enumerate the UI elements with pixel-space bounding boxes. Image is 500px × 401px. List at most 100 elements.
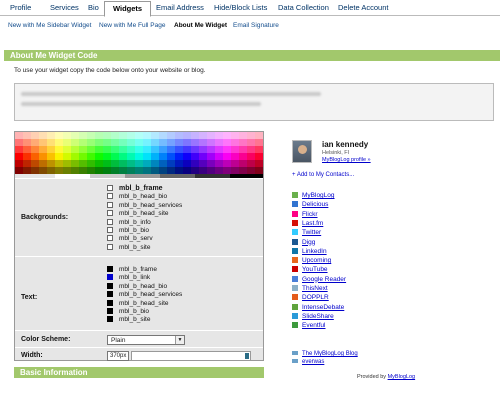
profile-link[interactable]: MyBlogLog profile » (322, 157, 371, 163)
text-color-option[interactable]: mbl_b_frame (107, 266, 182, 274)
youtube-icon (292, 266, 298, 273)
service-link[interactable]: Upcoming (292, 256, 331, 265)
service-link[interactable]: ThisNext (292, 284, 328, 293)
color-swatch[interactable] (107, 316, 113, 323)
width-row: Width: 370px (15, 347, 263, 362)
text-colors-row: Text: mbl_b_frame mbl_b_link mbl_b_head_bi… (15, 256, 263, 326)
color-scheme-select[interactable]: Plain ▼ (107, 335, 185, 345)
color-swatch[interactable] (107, 299, 113, 306)
tab-email-address[interactable]: Email Address (148, 1, 212, 16)
intensedebate-icon (292, 303, 298, 310)
color-customizer: Backgrounds: mbl_b_frame mbl_b_head_bio … (14, 131, 264, 361)
color-swatch[interactable] (107, 307, 113, 314)
linkedin-icon (292, 247, 298, 254)
tab-widgets[interactable]: Widgets (104, 1, 152, 17)
eventful-icon (292, 322, 298, 329)
checkbox[interactable] (107, 235, 113, 242)
tab-data-collection[interactable]: Data Collection (270, 1, 337, 16)
checkbox[interactable] (107, 193, 113, 200)
color-scheme-row: Color Scheme: Plain ▼ (15, 330, 263, 347)
text-color-option[interactable]: mbl_b_site (107, 316, 182, 324)
service-link[interactable]: YouTube (292, 265, 328, 274)
text-label: Text: (21, 294, 38, 301)
tab-bio[interactable]: Bio (80, 1, 107, 16)
rss-icon (292, 359, 298, 363)
everwas-link[interactable]: everwas (292, 359, 324, 365)
subnav-full-page[interactable]: New with Me Full Page (99, 22, 165, 29)
checkbox[interactable] (107, 185, 113, 191)
intro-text: To use your widget copy the code below o… (14, 67, 206, 74)
tab-profile[interactable]: Profile (2, 1, 39, 16)
widget-code-textarea[interactable] (14, 83, 494, 121)
google-reader-icon (292, 275, 298, 282)
settings-tabs: Profile Services Bio Widgets Email Addre… (0, 0, 500, 17)
bg-option[interactable]: mbl_b_head_bio (107, 193, 182, 201)
user-name: ian kennedy (322, 140, 369, 149)
bg-option[interactable]: mbl_b_bio (107, 226, 182, 235)
bg-option[interactable]: mbl_b_frame (107, 185, 182, 193)
digg-icon (292, 238, 298, 245)
basic-info-header: Basic Information (14, 367, 264, 378)
checkbox[interactable] (107, 210, 113, 217)
text-options: mbl_b_frame mbl_b_link mbl_b_head_bio mbl_b… (107, 266, 182, 325)
bg-option[interactable]: mbl_b_info (107, 218, 182, 227)
service-link[interactable]: Twitter (292, 228, 321, 237)
text-color-option[interactable]: mbl_b_head_site (107, 299, 182, 308)
delicious-icon (292, 201, 298, 208)
add-contact-link[interactable]: + Add to My Contacts... (292, 172, 354, 178)
chevron-down-icon[interactable]: ▼ (175, 336, 184, 344)
section-header: About Me Widget Code (4, 50, 500, 61)
color-swatch[interactable] (107, 291, 113, 298)
width-input[interactable]: 370px (107, 351, 129, 361)
user-location: Helsinki, FI (322, 150, 350, 156)
width-slider[interactable] (131, 351, 251, 361)
text-color-option[interactable]: mbl_b_head_services (107, 291, 182, 299)
bg-option[interactable]: mbl_b_site (107, 243, 182, 252)
bg-option[interactable]: mbl_b_head_services (107, 201, 182, 210)
backgrounds-row: Backgrounds: mbl_b_frame mbl_b_head_bio … (15, 178, 263, 256)
checkbox[interactable] (107, 226, 113, 233)
service-link[interactable]: SlideShare (292, 312, 334, 321)
checkbox[interactable] (107, 201, 113, 208)
subnav-about-me-widget: About Me Widget (174, 22, 228, 29)
provided-by-link[interactable]: MyBlogLog (388, 374, 416, 380)
bg-option[interactable]: mbl_b_head_site (107, 210, 182, 218)
service-link[interactable]: Google Reader (292, 275, 346, 284)
mybloglog-blog-link[interactable]: The MyBlogLog Blog (292, 351, 358, 357)
width-label: Width: (21, 352, 43, 359)
slider-handle[interactable] (245, 353, 249, 359)
tab-delete-account[interactable]: Delete Account (330, 1, 396, 16)
subnav-sidebar-widget[interactable]: New with Me Sidebar Widget (8, 22, 91, 29)
tab-hide-block-lists[interactable]: Hide/Block Lists (206, 1, 275, 16)
color-swatch[interactable] (107, 274, 113, 281)
twitter-icon (292, 229, 298, 236)
widget-subnav: New with Me Sidebar Widget New with Me F… (0, 22, 500, 36)
backgrounds-label: Backgrounds: (21, 214, 69, 221)
backgrounds-options: mbl_b_frame mbl_b_head_bio mbl_b_head_se… (107, 185, 182, 252)
mybloglog-icon (292, 192, 298, 198)
slideshare-icon (292, 312, 298, 319)
color-palette[interactable] (15, 132, 263, 178)
bg-option[interactable]: mbl_b_serv (107, 235, 182, 243)
upcoming-icon (292, 257, 298, 264)
service-link[interactable]: Delicious (292, 200, 328, 209)
service-link[interactable]: IntenseDebate (292, 303, 344, 312)
service-link[interactable]: DOPPLR (292, 293, 329, 302)
service-link[interactable]: Flickr (292, 210, 318, 219)
thisnext-icon (292, 285, 298, 291)
service-link[interactable]: Eventful (292, 321, 326, 330)
service-link[interactable]: Digg (292, 238, 315, 247)
service-link[interactable]: MyBlogLog (292, 191, 335, 200)
checkbox[interactable] (107, 243, 113, 250)
text-color-option[interactable]: mbl_b_link (107, 274, 182, 282)
service-link[interactable]: Last.fm (292, 219, 323, 228)
text-color-option[interactable]: mbl_b_head_bio (107, 282, 182, 291)
color-swatch[interactable] (107, 266, 113, 272)
avatar (292, 140, 312, 163)
subnav-email-signature[interactable]: Email Signature (233, 22, 279, 29)
checkbox[interactable] (107, 218, 113, 225)
dopplr-icon (292, 294, 298, 301)
service-link[interactable]: LinkedIn (292, 247, 327, 256)
text-color-option[interactable]: mbl_b_bio (107, 307, 182, 316)
color-swatch[interactable] (107, 282, 113, 289)
